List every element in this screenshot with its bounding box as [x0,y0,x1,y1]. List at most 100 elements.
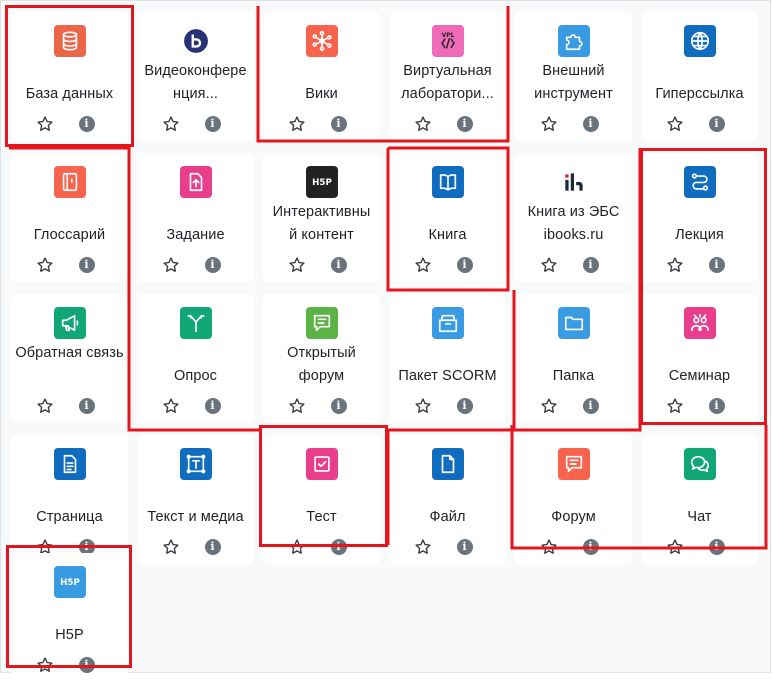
info-icon[interactable]: i [708,257,725,273]
ibooks-logo-icon [558,166,590,198]
star-icon[interactable] [161,255,181,275]
info-icon[interactable]: i [78,398,95,414]
activity-name: Книга [428,227,467,243]
globe-icon [683,25,716,57]
info-icon[interactable]: i [708,398,725,414]
info-icon[interactable]: i [204,398,221,414]
info-icon[interactable]: i [708,116,725,132]
activity-name: Видеоконфере нция... [144,63,247,102]
activity-name: Лекция [675,227,724,243]
activity-name: Файл [429,509,466,525]
star-icon[interactable] [35,255,55,275]
star-icon[interactable] [665,255,685,275]
activity-tile[interactable]: Книга i [389,153,506,282]
activity-tile[interactable]: Обратная связь i [11,294,128,423]
star-icon[interactable] [287,114,307,134]
activity-name: Тест [306,509,337,525]
activity-name: Глоссарий [33,227,106,243]
package-box-icon [431,307,464,339]
activity-tile[interactable]: H5P H5P i [11,553,128,682]
star-icon[interactable] [539,396,559,416]
activity-tile[interactable]: База данных i [11,12,128,141]
svg-text:H5P: H5P [312,178,332,188]
info-icon[interactable]: i [78,257,95,273]
activity-tile[interactable]: Файл i [389,435,506,564]
activity-tile[interactable]: Открытый форум i [263,294,380,423]
star-icon[interactable] [539,114,559,134]
info-icon[interactable]: i [456,539,473,555]
activity-tile[interactable]: Текст и медиа i [137,435,254,564]
activity-name: Страница [36,509,103,525]
activity-name: Обратная связь [15,345,124,361]
activity-tile[interactable]: Внешний инструмент i [515,12,632,141]
chat-bubbles-icon [683,448,716,480]
activity-tile[interactable]: Видеоконфере нция... i [137,12,254,141]
signpost-icon [179,307,212,339]
info-icon[interactable]: i [708,539,725,555]
activity-name: Папка [552,368,595,384]
activity-tile[interactable]: Задание i [137,153,254,282]
info-icon[interactable]: i [456,116,473,132]
info-icon[interactable]: i [330,116,347,132]
h5p-dark-icon: H5P [305,166,338,198]
activity-tile[interactable]: Пакет SCORM i [389,294,506,423]
activity-name: Гиперссылка [655,86,744,102]
activity-tile[interactable]: Семинар i [641,294,758,423]
star-icon[interactable] [35,655,55,675]
info-icon[interactable]: i [330,539,347,555]
info-icon[interactable]: i [330,257,347,273]
folder-icon [557,307,590,339]
star-icon[interactable] [539,255,559,275]
activity-tile[interactable]: Папка i [515,294,632,423]
info-icon[interactable]: i [204,257,221,273]
star-icon[interactable] [35,114,55,134]
activity-name: Семинар [668,368,731,384]
star-icon[interactable] [665,114,685,134]
activity-tile[interactable]: Опрос i [137,294,254,423]
info-icon[interactable]: i [582,539,599,555]
info-icon[interactable]: i [582,257,599,273]
star-icon[interactable] [35,396,55,416]
info-icon[interactable]: i [78,657,95,673]
activity-name: Задание [166,227,225,243]
activity-name: Опрос [173,368,217,384]
info-icon[interactable]: i [582,116,599,132]
megaphone-icon [53,307,86,339]
star-icon[interactable] [161,396,181,416]
star-icon[interactable] [665,537,685,557]
svg-text:VPL: VPL [441,32,454,39]
info-icon[interactable]: i [456,398,473,414]
star-icon[interactable] [161,537,181,557]
info-icon[interactable]: i [582,398,599,414]
activity-tile[interactable]: Гиперссылка i [641,12,758,141]
info-icon[interactable]: i [204,116,221,132]
star-icon[interactable] [287,537,307,557]
info-icon[interactable]: i [78,116,95,132]
activity-tile[interactable]: Тест i [263,435,380,564]
star-icon[interactable] [161,114,181,134]
workshop-people-icon [683,307,716,339]
star-icon[interactable] [413,537,433,557]
activity-tile[interactable]: Книга из ЭБС ibooks.ru i [515,153,632,282]
activity-tile[interactable]: Глоссарий i [11,153,128,282]
star-icon[interactable] [287,396,307,416]
activity-tile[interactable]: Страница i [11,435,128,564]
activity-tile[interactable]: Чат i [641,435,758,564]
star-icon[interactable] [413,255,433,275]
info-icon[interactable]: i [330,398,347,414]
activity-name: Интерактивны й контент [272,204,371,243]
activity-tile[interactable]: H5P Интерактивны й контент i [263,153,380,282]
activity-tile[interactable]: Форум i [515,435,632,564]
star-icon[interactable] [665,396,685,416]
open-book-icon [431,166,464,198]
activity-tile[interactable]: Вики i [263,12,380,141]
star-icon[interactable] [539,537,559,557]
star-icon[interactable] [413,114,433,134]
star-icon[interactable] [287,255,307,275]
activity-tile[interactable]: Лекция i [641,153,758,282]
h5p-blue-icon: H5P [53,566,86,598]
info-icon[interactable]: i [456,257,473,273]
star-icon[interactable] [413,396,433,416]
activity-tile[interactable]: VPL Виртуальная лаборатори... i [389,12,506,141]
info-icon[interactable]: i [204,539,221,555]
